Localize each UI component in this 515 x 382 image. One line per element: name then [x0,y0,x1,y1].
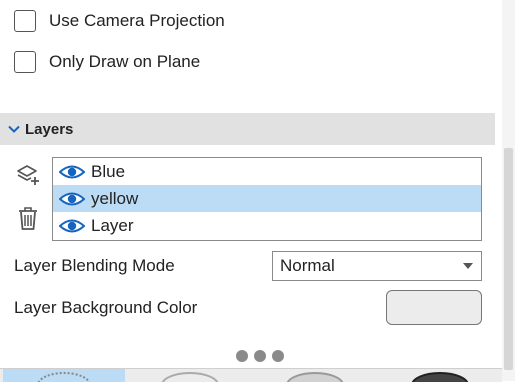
scrollbar-thumb[interactable] [504,148,513,370]
layer-blending-mode-select[interactable]: Normal [272,251,482,281]
eye-icon[interactable] [59,191,85,207]
brush-thumbnail[interactable] [275,369,355,382]
layer-item-blue[interactable]: Blue [53,158,481,185]
layers-section-title: Layers [25,120,74,138]
layer-list: Blue yellow Layer [52,157,482,241]
vertical-scrollbar[interactable] [502,0,515,381]
layer-name: yellow [91,188,139,208]
chevron-down-icon[interactable] [7,122,21,136]
use-camera-projection-label: Use Camera Projection [49,11,225,30]
brush-strip [0,368,502,382]
dot [272,350,284,362]
use-camera-projection-checkbox[interactable] [14,10,36,32]
more-options-icon[interactable] [236,350,284,362]
layer-background-color-label: Layer Background Color [14,298,198,317]
only-draw-on-plane-checkbox[interactable] [14,51,36,73]
only-draw-on-plane-label: Only Draw on Plane [49,52,201,71]
layer-item-layer[interactable]: Layer [53,212,481,239]
layers-section-header[interactable]: Layers [0,113,495,145]
brush-thumbnail[interactable] [400,369,480,382]
only-draw-on-plane-option[interactable]: Only Draw on Plane [14,49,200,75]
layer-name: Blue [91,161,126,181]
background-color-swatch[interactable] [386,290,482,325]
blending-mode-value: Normal [280,256,335,275]
dropdown-arrow-icon [463,263,473,269]
trash-icon[interactable] [14,204,42,232]
eye-icon[interactable] [59,218,85,234]
dot [236,350,248,362]
brush-thumbnail[interactable] [3,369,125,382]
eye-icon[interactable] [59,164,85,180]
layer-blending-mode-label: Layer Blending Mode [14,256,175,275]
add-layer-icon[interactable] [14,160,42,188]
dot [254,350,266,362]
properties-panel: Use Camera Projection Only Draw on Plane… [0,0,502,382]
layer-name: Layer [91,215,134,235]
layer-item-yellow[interactable]: yellow [53,185,481,212]
brush-thumbnail[interactable] [150,369,230,382]
use-camera-projection-option[interactable]: Use Camera Projection [14,8,225,34]
